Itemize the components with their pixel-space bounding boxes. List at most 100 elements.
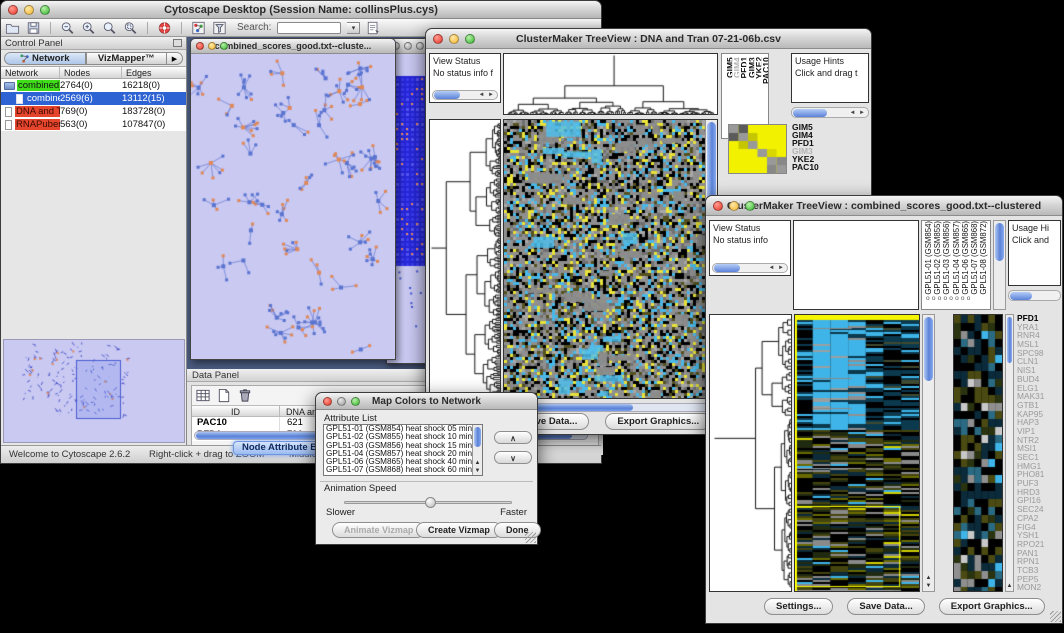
zoom-window-button[interactable] [465, 34, 475, 44]
row-dendrogram-panel[interactable] [709, 314, 792, 592]
global-heatmap-panel[interactable] [794, 314, 920, 592]
close-button[interactable] [433, 34, 443, 44]
speed-slider[interactable] [344, 501, 512, 504]
tab-network[interactable]: Network [4, 52, 86, 65]
delete-attribute-icon[interactable] [237, 388, 253, 403]
close-button[interactable] [8, 5, 18, 15]
minimize-button[interactable] [208, 42, 216, 50]
column-dendrogram-panel[interactable] [503, 53, 718, 115]
report-icon[interactable] [366, 21, 381, 35]
resize-grip[interactable] [525, 532, 536, 543]
attribute-item[interactable]: GPL51-07 (GSM868) heat shock 60 min [324, 466, 482, 474]
column-label[interactable]: GPL51-01 (GSM854) [924, 221, 933, 295]
scrollbar-thumb[interactable] [714, 264, 740, 272]
usage-hints-scrollbar[interactable] [1008, 290, 1061, 301]
search-input[interactable] [277, 22, 341, 34]
float-panel-icon[interactable] [173, 39, 182, 47]
scroll-up-icon[interactable]: ▲ [923, 575, 934, 582]
heatmap-panel[interactable] [503, 119, 718, 399]
scrollbar-thumb[interactable] [995, 223, 1004, 261]
network-modules-icon[interactable] [191, 21, 206, 35]
zoom-window-button[interactable] [220, 42, 228, 50]
column-label[interactable]: GPL51-06 (GSM865) [961, 221, 970, 295]
move-down-button[interactable]: ∨ [494, 451, 532, 464]
minimize-button[interactable] [337, 397, 346, 406]
animate-vizmap-button[interactable]: Animate Vizmap [332, 522, 425, 538]
treeview-button[interactable]: Export Graphics... [939, 598, 1045, 615]
minimize-button[interactable] [449, 34, 459, 44]
column-label[interactable]: GPL51-04 (GSM857) [952, 221, 961, 295]
slider-thumb[interactable] [425, 497, 436, 508]
zoom-window-button[interactable] [416, 42, 424, 50]
cytoscape-titlebar[interactable]: Cytoscape Desktop (Session Name: collins… [1, 1, 601, 19]
list-vscrollbar[interactable]: ▲ ▼ [472, 425, 482, 475]
network-view-titlebar[interactable]: combined_scores_good.txt--cluste... [191, 39, 395, 54]
view-status-scrollbar[interactable]: ◄ ► [432, 90, 498, 100]
attribute-listbox[interactable]: GPL51-01 (GSM854) heat shock 05 minGPL51… [323, 424, 483, 476]
search-dropdown-icon[interactable]: ▾ [347, 22, 360, 34]
zoom-selected-icon[interactable] [123, 21, 138, 35]
select-attributes-icon[interactable] [195, 388, 211, 403]
scroll-down-icon[interactable]: ▲ [1006, 583, 1013, 590]
network-canvas[interactable] [191, 54, 395, 359]
filter-icon[interactable] [212, 21, 227, 35]
column-label[interactable]: GIM3 [747, 57, 754, 78]
zoom-view-panel[interactable] [728, 124, 787, 174]
zoom-heatmap-panel[interactable] [953, 314, 1003, 592]
minimize-button[interactable] [404, 42, 412, 50]
zoom-out-icon[interactable] [60, 21, 75, 35]
row-dendrogram-canvas[interactable] [710, 315, 791, 591]
zoom-window-button[interactable] [40, 5, 50, 15]
scrollbar-thumb[interactable] [1010, 292, 1032, 300]
network-row[interactable]: combined_sco 2569(6) 13112(15) [1, 92, 186, 105]
zoom-in-icon[interactable] [81, 21, 96, 35]
birdseye-view[interactable] [3, 339, 185, 443]
column-label[interactable]: PFD1 [739, 57, 746, 79]
close-button[interactable] [323, 397, 332, 406]
scroll-arrows-icon[interactable]: ◄ ► [768, 265, 787, 271]
resize-grip[interactable] [1050, 611, 1061, 622]
column-label[interactable]: GPL51-08 (GSM872) [979, 221, 988, 295]
zoom-fit-icon[interactable] [102, 21, 117, 35]
column-label[interactable]: GPL51-02 (GSM855) [933, 221, 942, 295]
treeview-combined-titlebar[interactable]: ClusterMaker TreeView : combined_scores_… [706, 196, 1062, 216]
global-vscrollbar[interactable]: ▲ ▼ [922, 314, 935, 592]
zoom-window-button[interactable] [351, 397, 360, 406]
scrollbar-thumb[interactable] [924, 317, 933, 381]
gene-list-scrollbar[interactable]: ▲ [1005, 314, 1014, 592]
col-nodes[interactable]: Nodes [60, 67, 122, 78]
birdseye-canvas[interactable] [4, 340, 184, 442]
col-edges[interactable]: Edges [122, 67, 186, 78]
scrollbar-thumb[interactable] [793, 109, 827, 117]
column-dendrogram-canvas[interactable] [504, 54, 717, 114]
close-button[interactable] [196, 42, 204, 50]
new-attribute-icon[interactable] [216, 388, 232, 403]
column-dendrogram-panel[interactable] [793, 220, 919, 310]
usage-hints-scrollbar[interactable]: ◄ ► [791, 107, 869, 118]
zoom-heatmap-canvas[interactable] [954, 315, 1002, 591]
help-lifesaver-icon[interactable] [157, 21, 172, 35]
col-network[interactable]: Network [1, 67, 60, 78]
global-heatmap-canvas[interactable] [795, 315, 919, 591]
open-folder-icon[interactable] [5, 21, 20, 35]
treeview-button[interactable]: Settings... [764, 598, 833, 615]
create-vizmap-button[interactable]: Create Vizmap [416, 522, 502, 538]
tab-overflow-arrow[interactable]: ▶ [167, 52, 183, 65]
scroll-down-icon[interactable]: ▼ [923, 583, 934, 590]
labels-vscrollbar[interactable] [993, 220, 1006, 310]
network-row[interactable]: combined_scores 2764(0) 16218(0) [1, 79, 186, 92]
column-label[interactable]: GPL51-03 (GSM856) [942, 221, 951, 295]
tab-vizmapper[interactable]: VizMapper™ [86, 52, 168, 65]
scroll-up-icon[interactable]: ▲ [473, 460, 482, 467]
view-status-scrollbar[interactable]: ◄ ► [712, 263, 788, 273]
scroll-down-icon[interactable]: ▼ [473, 468, 482, 475]
scroll-arrows-icon[interactable]: ◄ ► [849, 110, 868, 116]
column-label[interactable]: PAC10 [761, 57, 768, 84]
row-dendrogram-panel[interactable] [429, 119, 501, 399]
zoom-heatmap-canvas[interactable] [729, 125, 786, 173]
scrollbar-thumb[interactable] [474, 427, 481, 447]
close-button[interactable] [713, 201, 723, 211]
column-label[interactable]: GPL51-07 (GSM868) [970, 221, 979, 295]
treeview-button[interactable]: Save Data... [847, 598, 924, 615]
move-up-button[interactable]: ∧ [494, 431, 532, 444]
